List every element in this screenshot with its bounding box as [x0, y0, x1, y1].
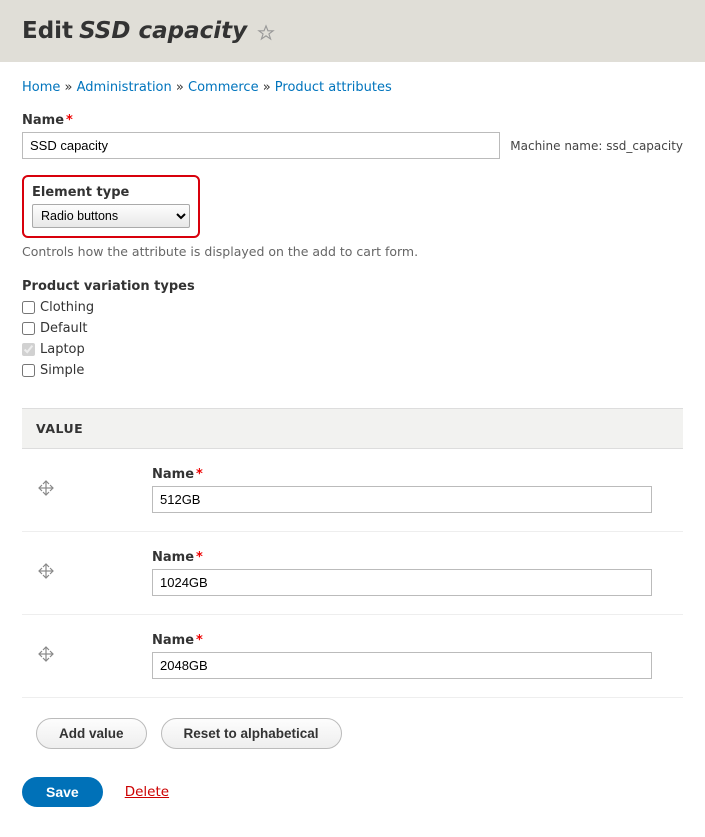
variation-type-item: Simple: [22, 363, 683, 378]
name-label-text: Name: [22, 113, 64, 128]
title-bar: Edit SSD capacity: [0, 0, 705, 62]
reset-alphabetical-button[interactable]: Reset to alphabetical: [161, 718, 342, 749]
variation-type-item: Clothing: [22, 300, 683, 315]
table-row: Name*: [22, 532, 683, 615]
machine-name-label: Machine name:: [510, 139, 602, 153]
star-icon[interactable]: [257, 22, 275, 40]
required-marker: *: [66, 113, 73, 128]
variation-types-label: Product variation types: [22, 279, 683, 294]
breadcrumb-sep: »: [263, 80, 275, 95]
values-table: VALUE Name* Name* Name*: [22, 408, 683, 698]
variation-type-label: Laptop: [40, 342, 85, 357]
element-type-group: Element type Radio buttons: [22, 175, 200, 238]
value-name-label: Name*: [152, 467, 669, 482]
breadcrumb: Home » Administration » Commerce » Produ…: [22, 80, 683, 95]
title-edit: Edit: [22, 18, 73, 44]
name-input[interactable]: [22, 132, 500, 159]
variation-type-checkbox[interactable]: [22, 364, 35, 377]
breadcrumb-commerce[interactable]: Commerce: [188, 80, 259, 95]
drag-handle-icon[interactable]: [38, 563, 54, 579]
value-name-label: Name*: [152, 633, 669, 648]
table-row: Name*: [22, 449, 683, 532]
element-type-description: Controls how the attribute is displayed …: [22, 244, 683, 259]
title-entity: SSD capacity: [79, 18, 247, 44]
value-name-input[interactable]: [152, 486, 652, 513]
variation-type-label: Default: [40, 321, 88, 336]
delete-link[interactable]: Delete: [125, 784, 169, 800]
breadcrumb-home[interactable]: Home: [22, 80, 60, 95]
variation-types-section: Product variation types Clothing Default L…: [22, 279, 683, 378]
variation-type-checkbox[interactable]: [22, 322, 35, 335]
name-label: Name*: [22, 113, 683, 128]
drag-handle-icon[interactable]: [38, 480, 54, 496]
values-header: VALUE: [22, 409, 683, 449]
value-name-label: Name*: [152, 550, 669, 565]
element-type-select[interactable]: Radio buttons: [32, 204, 190, 228]
add-value-button[interactable]: Add value: [36, 718, 147, 749]
breadcrumb-sep: »: [176, 80, 188, 95]
variation-type-item: Default: [22, 321, 683, 336]
breadcrumb-admin[interactable]: Administration: [77, 80, 172, 95]
element-type-label: Element type: [32, 185, 190, 200]
breadcrumb-product-attributes[interactable]: Product attributes: [275, 80, 392, 95]
machine-name: Machine name: ssd_capacity: [510, 139, 683, 153]
variation-type-label: Simple: [40, 363, 84, 378]
variation-type-label: Clothing: [40, 300, 94, 315]
variation-type-item: Laptop: [22, 342, 683, 357]
value-name-input[interactable]: [152, 569, 652, 596]
page-title: Edit SSD capacity: [22, 18, 683, 44]
table-row: Name*: [22, 615, 683, 698]
variation-type-checkbox[interactable]: [22, 343, 35, 356]
drag-handle-icon[interactable]: [38, 646, 54, 662]
variation-type-checkbox[interactable]: [22, 301, 35, 314]
machine-name-value: ssd_capacity: [606, 139, 683, 153]
value-name-input[interactable]: [152, 652, 652, 679]
breadcrumb-sep: »: [65, 80, 77, 95]
